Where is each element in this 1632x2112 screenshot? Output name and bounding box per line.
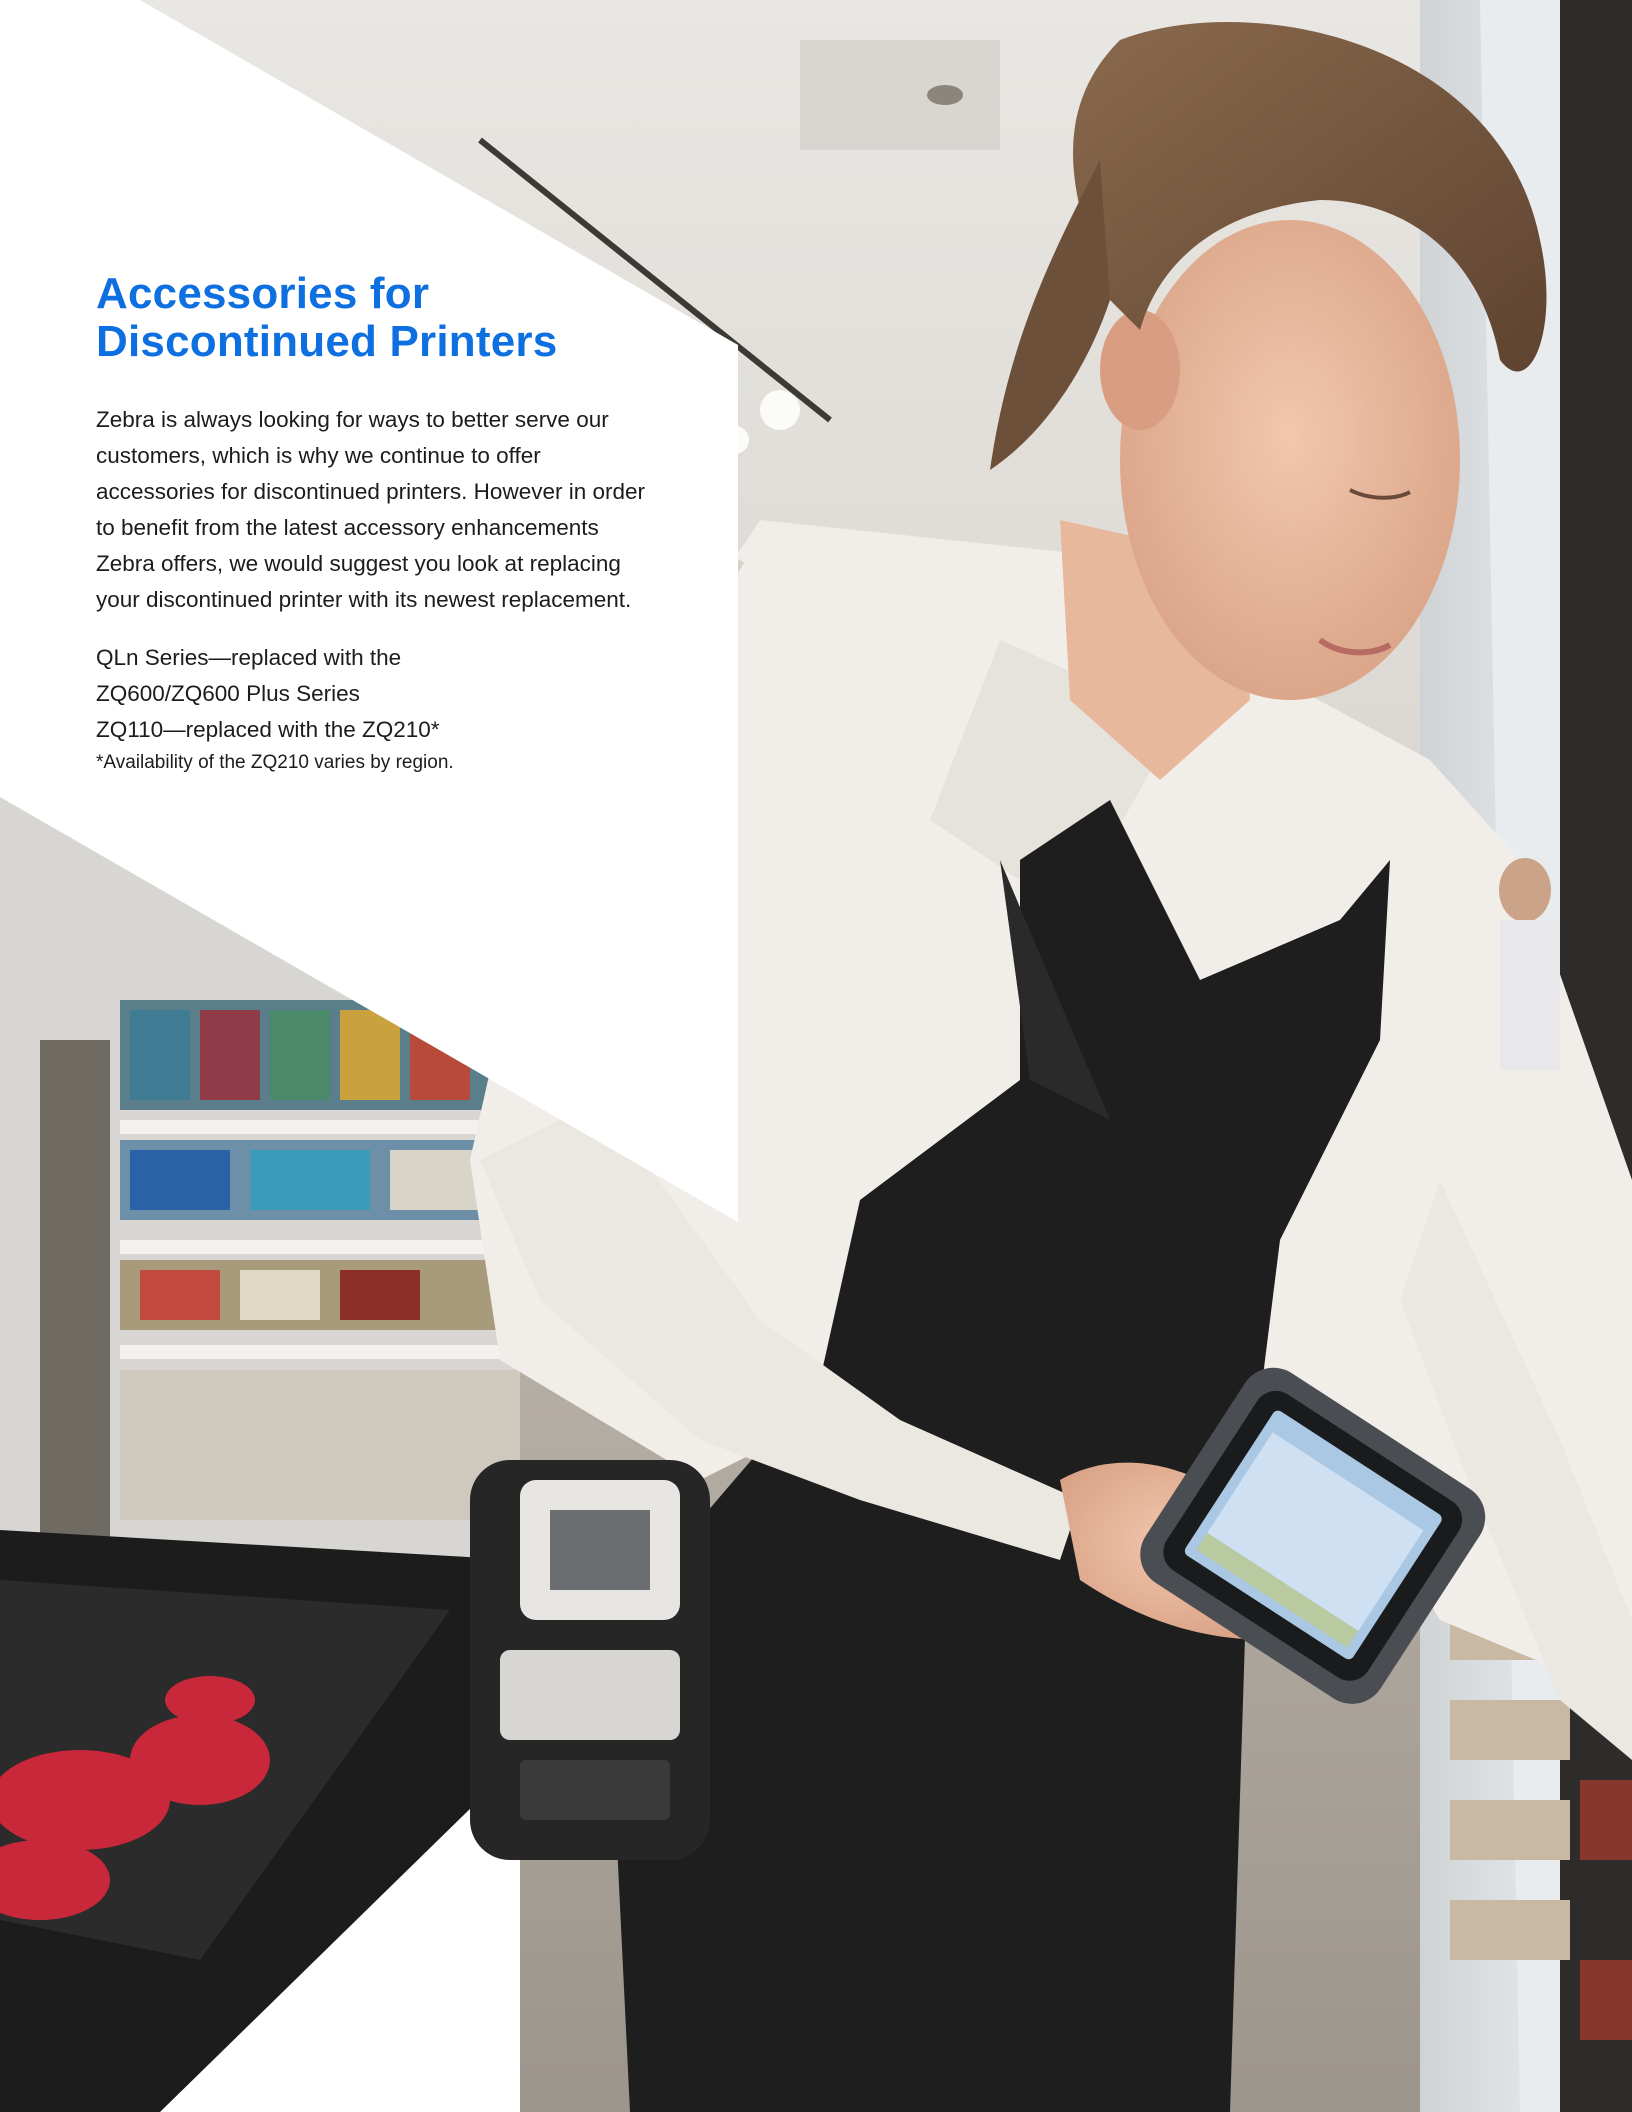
page-heading: Accessories for Discontinued Printers [96,270,656,366]
heading-line-2: Discontinued Printers [96,317,558,366]
replacement-line: ZQ110—replaced with the ZQ210* [96,717,440,742]
availability-footnote: *Availability of the ZQ210 varies by reg… [96,752,454,773]
replacement-line: QLn Series—replaced with the [96,645,402,670]
replacement-list: QLn Series—replaced with the ZQ600/ZQ600… [96,640,656,748]
intro-paragraph: Zebra is always looking for ways to bett… [96,407,645,612]
replacement-line: ZQ600/ZQ600 Plus Series [96,681,360,706]
text-panel: Accessories for Discontinued Printers Ze… [96,270,656,776]
heading-line-1: Accessories for [96,269,430,318]
